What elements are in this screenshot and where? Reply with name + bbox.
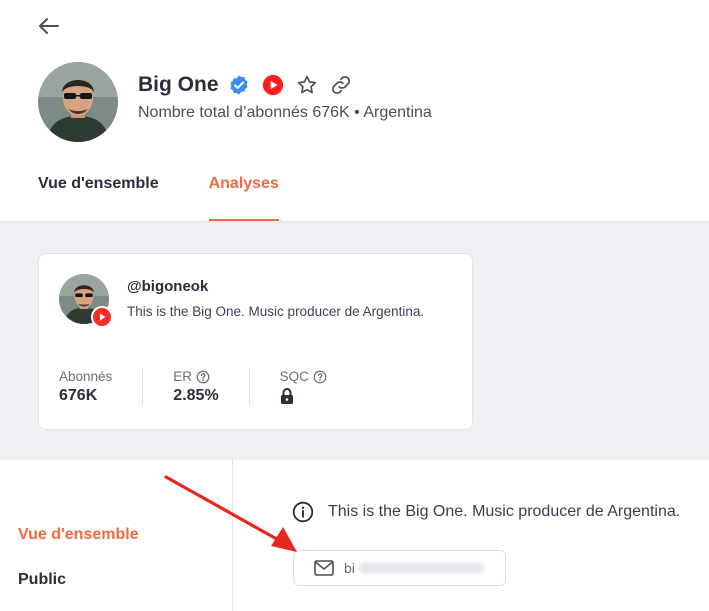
back-button[interactable]: [36, 14, 62, 38]
youtube-icon[interactable]: [261, 73, 285, 97]
section-divider: [232, 460, 233, 611]
email-prefix: bi: [344, 560, 355, 576]
channel-name: Big One: [138, 73, 219, 96]
lock-icon[interactable]: [280, 387, 294, 405]
channel-subline: Nombre total d’abonnés 676K • Argentina: [138, 104, 432, 122]
email-redacted: [358, 562, 484, 574]
stat-subscribers-value: 676K: [59, 387, 98, 404]
youtube-badge-icon: [91, 306, 113, 328]
channel-title-row: Big One: [138, 70, 363, 100]
mail-icon: [314, 560, 334, 576]
stat-er-value: 2.85%: [173, 387, 219, 404]
profile-card: @bigoneok This is the Big One. Music pro…: [38, 253, 473, 430]
sidebar-item-overview[interactable]: Vue d'ensemble: [18, 526, 139, 544]
stat-subscribers-label: Abonnés: [59, 369, 113, 384]
stat-er-label: ER: [173, 369, 218, 384]
main-tabs: Vue d'ensemble Analyses: [38, 175, 329, 222]
card-handle: @bigoneok: [127, 278, 209, 295]
stat-subscribers: Abonnés 676K: [59, 369, 144, 405]
tab-analytics[interactable]: Analyses: [208, 175, 279, 222]
help-icon[interactable]: [313, 370, 327, 384]
channel-country: Argentina: [363, 104, 432, 121]
star-icon[interactable]: [295, 73, 319, 97]
card-avatar-wrap: [59, 274, 113, 328]
info-icon: [292, 501, 314, 523]
about-description: This is the Big One. Music producer de A…: [328, 503, 681, 520]
card-description: This is the Big One. Music producer de A…: [127, 304, 425, 319]
help-icon[interactable]: [196, 370, 210, 384]
tab-overview[interactable]: Vue d'ensemble: [38, 175, 159, 222]
about-description-row: This is the Big One. Music producer de A…: [292, 501, 680, 523]
channel-avatar: [38, 62, 118, 142]
link-icon[interactable]: [329, 73, 353, 97]
back-arrow-icon: [39, 18, 59, 34]
verified-icon: [227, 73, 251, 97]
card-stats: Abonnés 676K ER 2.85% SQC: [59, 369, 387, 405]
sidebar-item-public[interactable]: Public: [18, 571, 66, 589]
stat-sqc: SQC: [280, 369, 357, 405]
subscribers-total: Nombre total d’abonnés 676K: [138, 104, 350, 121]
stat-er: ER 2.85%: [173, 369, 250, 405]
stat-sqc-label: SQC: [280, 369, 327, 384]
email-contact-button[interactable]: bi: [293, 550, 506, 586]
separator-dot: •: [354, 104, 360, 121]
